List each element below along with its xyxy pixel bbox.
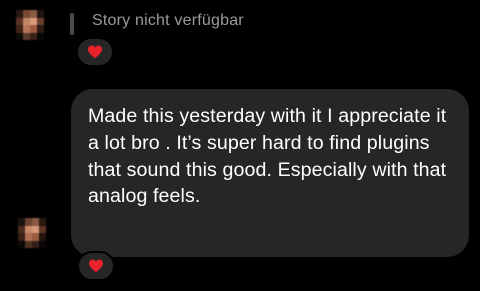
heart-reaction[interactable]: [76, 37, 114, 67]
message-text: Made this yesterday with it I appreciate…: [88, 105, 447, 208]
sender-avatar[interactable]: [16, 10, 44, 40]
message-bubble[interactable]: Made this yesterday with it I appreciate…: [71, 89, 469, 257]
story-reply-indicator: [70, 13, 74, 35]
sender-avatar[interactable]: [18, 218, 46, 248]
heart-icon: [88, 45, 102, 59]
dm-thread: Story nicht verfügbar Made this yesterda…: [0, 0, 480, 291]
story-unavailable-label: Story nicht verfügbar: [92, 12, 244, 29]
heart-reaction[interactable]: [77, 251, 115, 281]
heart-icon: [89, 259, 103, 273]
